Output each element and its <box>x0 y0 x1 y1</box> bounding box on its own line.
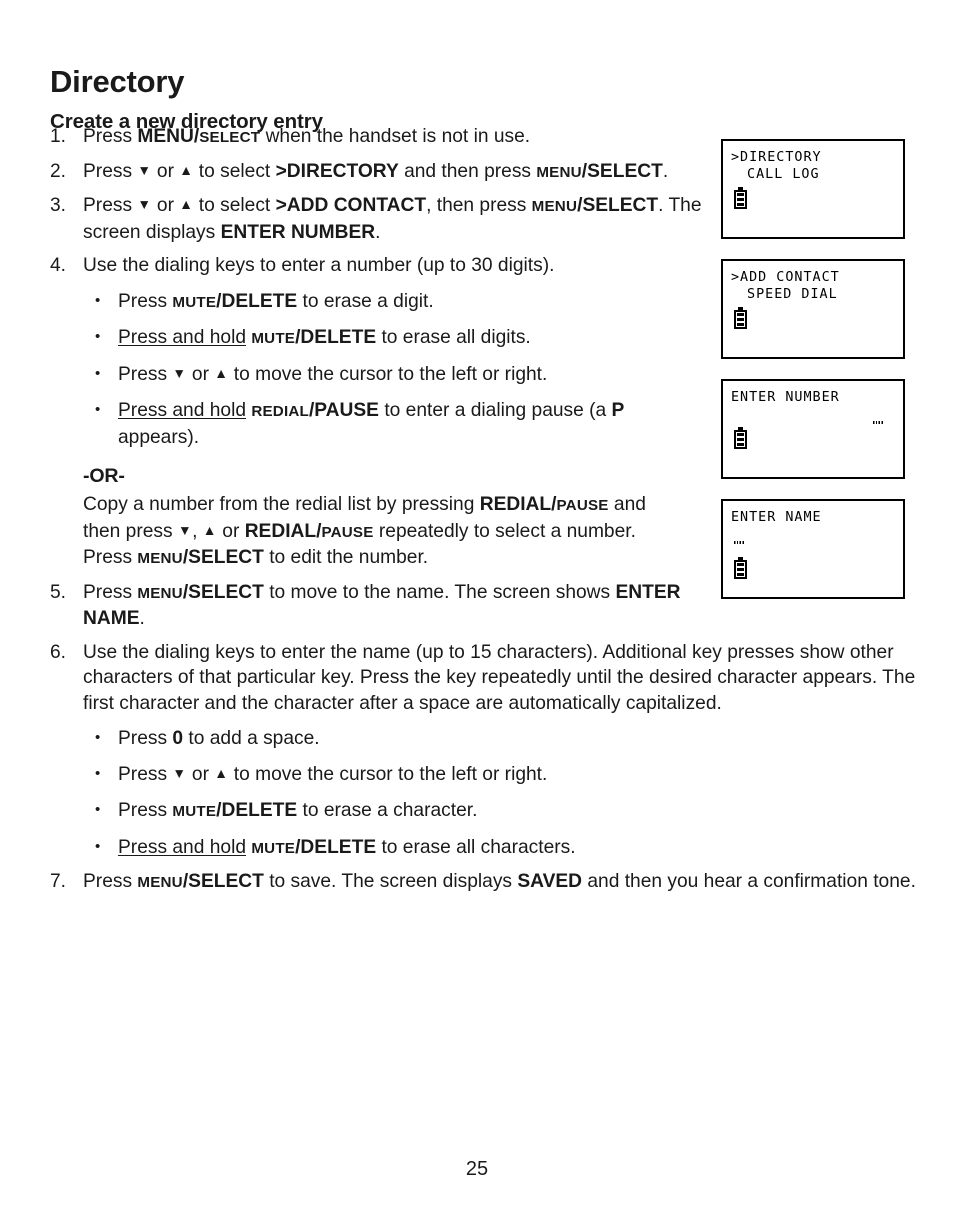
or-text: Copy a number from the redial list by pr… <box>83 494 646 568</box>
lcd-line-1: ENTER NUMBER <box>731 390 840 405</box>
bullet-item: Press MUTE/DELETE to erase a digit. <box>83 288 708 316</box>
manual-page: Directory Create a new directory entry 1… <box>0 0 954 1232</box>
page-title: Directory <box>50 63 185 99</box>
bullet-item: Press ▼ or ▲ to move the cursor to the l… <box>83 361 708 389</box>
step-text: Press ▼ or ▲ to select >DIRECTORY and th… <box>83 160 669 182</box>
lcd-screen-enter-number: ENTER NUMBER <box>721 379 905 479</box>
step-number: 6. <box>50 641 67 663</box>
lcd-line-1: >ADD CONTACT <box>731 270 840 285</box>
lcd-line-1: ENTER NAME <box>731 510 822 525</box>
bullet-item: Press and hold MUTE/DELETE to erase all … <box>83 324 708 352</box>
bullet-item: Press and hold MUTE/DELETE to erase all … <box>83 834 938 862</box>
or-label: -OR- <box>83 465 125 487</box>
bullet-item: Press MUTE/DELETE to erase a character. <box>83 797 938 825</box>
alternative-method-block: -OR- Copy a number from the redial list b… <box>83 463 703 572</box>
lcd-screen-directory-menu: >DIRECTORY CALL LOG <box>721 139 905 239</box>
step-text: Press MENU/SELECT to save. The screen di… <box>83 871 916 892</box>
instruction-step: 7. Press MENU/SELECT to save. The screen … <box>50 869 916 896</box>
step-number: 2. <box>50 160 67 182</box>
step-number: 5. <box>50 581 67 603</box>
step-number: 4. <box>50 255 67 276</box>
step-number: 1. <box>50 126 67 147</box>
battery-icon <box>734 187 747 209</box>
lcd-screen-enter-name: ENTER NAME <box>721 499 905 599</box>
step-bullet-list: Press MUTE/DELETE to erase a digit.Press… <box>83 288 703 451</box>
page-number: 25 <box>465 1158 489 1180</box>
step-text: Use the dialing keys to enter a number (… <box>83 253 703 572</box>
step-bullet-list: Press 0 to add a space. Press ▼ or ▲ to m… <box>83 725 938 862</box>
instruction-step: 6. Use the dialing keys to enter the name… <box>50 640 915 862</box>
step-text: Use the dialing keys to enter the name (… <box>83 640 938 862</box>
step-number: 3. <box>50 195 67 216</box>
battery-icon <box>734 557 747 579</box>
battery-icon <box>734 307 747 329</box>
step-text: Press MENU/SELECT when the handset is no… <box>83 126 531 147</box>
step-text: Press MENU/SELECT to move to the name. T… <box>83 581 681 630</box>
lcd-screen-add-contact-menu: >ADD CONTACT SPEED DIAL <box>721 259 905 359</box>
bullet-item: Press ▼ or ▲ to move the cursor to the l… <box>83 761 938 789</box>
step-number: 7. <box>50 871 67 892</box>
lcd-line-1: >DIRECTORY <box>731 150 822 165</box>
text-cursor-icon <box>734 541 745 544</box>
text-cursor-icon <box>873 421 884 424</box>
lcd-line-2: SPEED DIAL <box>738 287 838 302</box>
bullet-item: Press and hold REDIAL/PAUSE to enter a d… <box>83 397 708 450</box>
battery-icon <box>734 427 747 449</box>
bullet-item: Press 0 to add a space. <box>83 725 938 752</box>
step-text: Press ▼ or ▲ to select >ADD CONTACT, the… <box>83 195 702 243</box>
lcd-line-2: CALL LOG <box>738 167 820 182</box>
